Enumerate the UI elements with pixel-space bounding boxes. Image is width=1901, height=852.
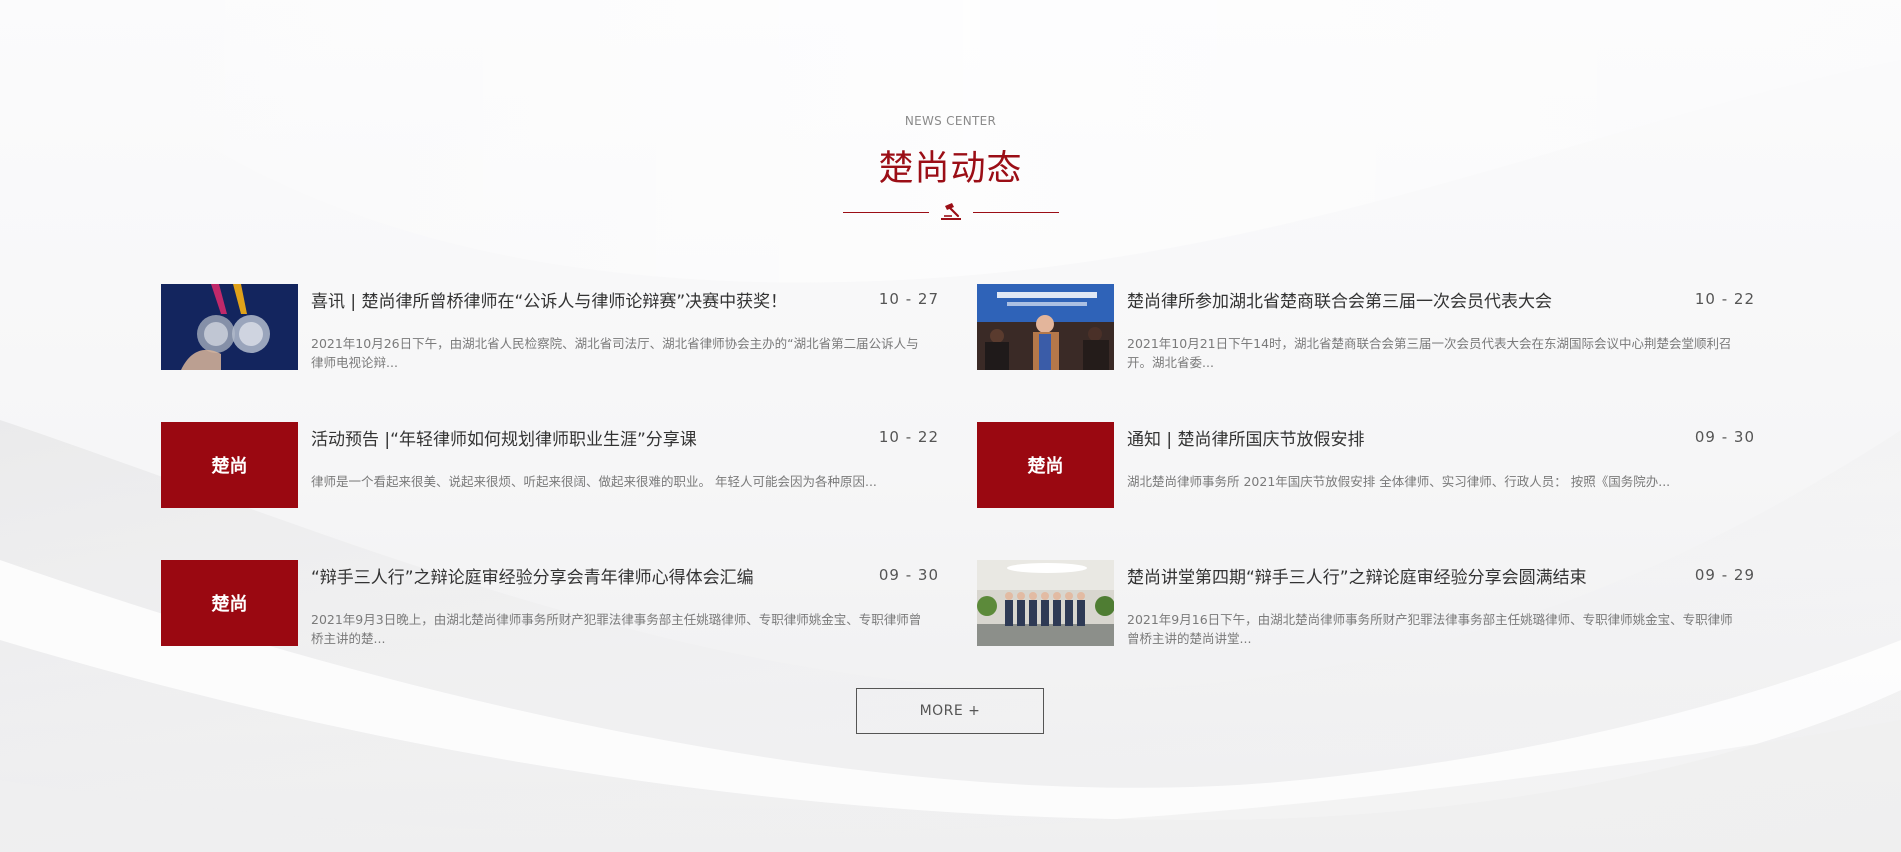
news-thumbnail-brand[interactable]: 楚尚 <box>977 422 1114 508</box>
news-title[interactable]: 喜讯 | 楚尚律所曾桥律师在“公诉人与律师论辩赛”决赛中获奖！ <box>311 287 851 312</box>
section-subtitle: NEWS CENTER <box>904 114 997 128</box>
gavel-icon <box>941 203 961 220</box>
section-title: 楚尚动态 <box>878 149 1023 189</box>
news-date: 09 - 29 <box>1694 566 1755 584</box>
news-date: 09 - 30 <box>1694 428 1755 446</box>
news-item[interactable]: 楚尚 “辩手三人行”之辩论庭审经验分享会青年律师心得体会汇编 09 - 30 2… <box>161 560 949 646</box>
news-summary: 2021年9月16日下午，由湖北楚尚律师事务所财产犯罪法律事务部主任姚璐律师、专… <box>1127 612 1733 646</box>
news-thumbnail-brand[interactable]: 楚尚 <box>161 560 298 646</box>
news-summary: 2021年9月3日晚上，由湖北楚尚律师事务所财产犯罪法律事务部主任姚璐律师、专职… <box>311 612 922 646</box>
news-title[interactable]: 活动预告 |“年轻律师如何规划律师职业生涯”分享课 <box>311 425 851 450</box>
news-item[interactable]: 楚尚 通知 | 楚尚律所国庆节放假安排 09 - 30 湖北楚尚律师事务所 20… <box>977 422 1765 508</box>
news-item[interactable]: 楚尚讲堂第四期“辩手三人行”之辩论庭审经验分享会圆满结束 09 - 29 202… <box>977 560 1765 646</box>
news-title[interactable]: “辩手三人行”之辩论庭审经验分享会青年律师心得体会汇编 <box>311 563 851 588</box>
news-summary: 2021年10月26日下午，由湖北省人民检察院、湖北省司法厅、湖北省律师协会主办… <box>311 336 919 370</box>
news-thumbnail-group[interactable] <box>977 560 1114 646</box>
news-thumbnail-medals[interactable] <box>161 284 298 370</box>
news-summary: 湖北楚尚律师事务所 2021年国庆节放假安排 全体律师、实习律师、行政人员： 按… <box>1127 474 1671 489</box>
divider-line-left <box>843 212 929 213</box>
more-button[interactable]: MORE + <box>856 688 1044 734</box>
news-date: 10 - 27 <box>878 290 939 308</box>
news-center-section: NEWS CENTER 楚尚动态 喜讯 | 楚尚律所曾桥律师在“公诉人与律师论辩… <box>0 0 1901 852</box>
title-divider <box>843 202 1059 222</box>
news-thumbnail-brand[interactable]: 楚尚 <box>161 422 298 508</box>
news-title[interactable]: 通知 | 楚尚律所国庆节放假安排 <box>1127 425 1667 450</box>
news-title[interactable]: 楚尚律所参加湖北省楚商联合会第三届一次会员代表大会 <box>1127 287 1667 312</box>
news-date: 09 - 30 <box>878 566 939 584</box>
news-date: 10 - 22 <box>878 428 939 446</box>
news-item[interactable]: 楚尚 活动预告 |“年轻律师如何规划律师职业生涯”分享课 10 - 22 律师是… <box>161 422 949 508</box>
news-summary: 2021年10月21日下午14时，湖北省楚商联合会第三届一次会员代表大会在东湖国… <box>1127 336 1732 370</box>
news-item[interactable]: 喜讯 | 楚尚律所曾桥律师在“公诉人与律师论辩赛”决赛中获奖！ 10 - 27 … <box>161 284 949 370</box>
divider-line-right <box>973 212 1059 213</box>
news-thumbnail-conference[interactable] <box>977 284 1114 370</box>
news-title[interactable]: 楚尚讲堂第四期“辩手三人行”之辩论庭审经验分享会圆满结束 <box>1127 563 1667 588</box>
news-date: 10 - 22 <box>1694 290 1755 308</box>
news-summary: 律师是一个看起来很美、说起来很烦、听起来很阔、做起来很难的职业。 年轻人可能会因… <box>311 474 877 489</box>
news-item[interactable]: 楚尚律所参加湖北省楚商联合会第三届一次会员代表大会 10 - 22 2021年1… <box>977 284 1765 370</box>
